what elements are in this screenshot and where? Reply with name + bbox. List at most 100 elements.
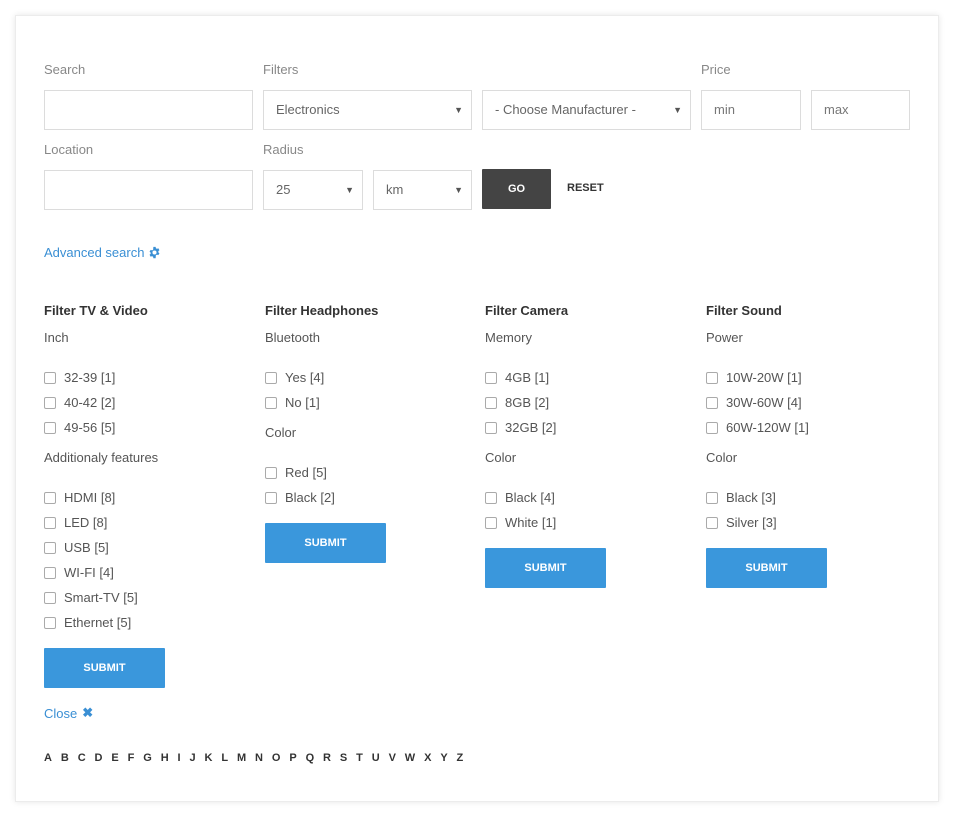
submit-button[interactable]: SUBMIT (485, 548, 606, 588)
alphabet-letter[interactable]: M (237, 752, 246, 764)
alphabet-letter[interactable]: J (189, 752, 195, 764)
submit-button[interactable]: SUBMIT (44, 648, 165, 688)
checkbox[interactable] (265, 466, 277, 479)
alphabet-letter[interactable]: O (272, 752, 281, 764)
alphabet-letter[interactable]: Z (457, 752, 464, 764)
reset-button[interactable]: RESET (567, 182, 604, 194)
alphabet-letter[interactable]: R (323, 752, 331, 764)
price-label: Price (701, 62, 731, 77)
alphabet-letter[interactable]: P (289, 752, 296, 764)
filter-option[interactable]: WI-FI [4] (44, 560, 244, 585)
checkbox[interactable] (44, 396, 56, 409)
submit-button[interactable]: SUBMIT (706, 548, 827, 588)
filter-option[interactable]: 32-39 [1] (44, 365, 244, 390)
checkbox[interactable] (706, 421, 718, 434)
price-max-input[interactable]: max (811, 90, 910, 130)
price-min-input[interactable]: min (701, 90, 801, 130)
filter-option-label: HDMI [8] (64, 490, 116, 505)
alphabet-letter[interactable]: L (221, 752, 228, 764)
filter-option[interactable]: 60W-120W [1] (706, 415, 906, 440)
checkbox[interactable] (44, 591, 56, 604)
alphabet-letter[interactable]: B (61, 752, 69, 764)
checkbox[interactable] (44, 566, 56, 579)
filter-option-label: White [1] (505, 515, 557, 530)
alphabet-letter[interactable]: W (405, 752, 415, 764)
filter-option[interactable]: Yes [4] (265, 365, 465, 390)
checkbox[interactable] (485, 516, 497, 529)
alphabet-letter[interactable]: X (424, 752, 431, 764)
checkbox[interactable] (485, 396, 497, 409)
filter-column-title: Filter TV & Video (44, 303, 148, 318)
filter-column-title: Filter Camera (485, 303, 569, 318)
alphabet-letter[interactable]: E (111, 752, 118, 764)
category-select[interactable]: Electronics ▼ (263, 90, 472, 130)
filter-option[interactable]: 8GB [2] (485, 390, 685, 415)
filter-column-tv-video: Filter TV & Video Inch 32-39 [1] 40-42 [… (44, 303, 244, 688)
checkbox[interactable] (44, 516, 56, 529)
filter-option[interactable]: USB [5] (44, 535, 244, 560)
filter-option[interactable]: Smart-TV [5] (44, 585, 244, 610)
filter-option[interactable]: No [1] (265, 390, 465, 415)
filter-option[interactable]: White [1] (485, 510, 685, 535)
radius-unit-select[interactable]: km ▼ (373, 170, 472, 210)
alphabet-letter[interactable]: K (205, 752, 213, 764)
checkbox[interactable] (706, 396, 718, 409)
checkbox[interactable] (44, 541, 56, 554)
checkbox[interactable] (44, 616, 56, 629)
checkbox[interactable] (265, 491, 277, 504)
filter-option[interactable]: 10W-20W [1] (706, 365, 906, 390)
filter-option[interactable]: Black [3] (706, 485, 906, 510)
submit-button[interactable]: SUBMIT (265, 523, 386, 563)
alphabet-letter[interactable]: Q (306, 752, 315, 764)
advanced-search-link[interactable]: Advanced search (44, 245, 161, 260)
filter-option[interactable]: 32GB [2] (485, 415, 685, 440)
caret-down-icon: ▼ (673, 105, 682, 115)
radius-select[interactable]: 25 ▼ (263, 170, 363, 210)
alphabet-letter[interactable]: Y (440, 752, 447, 764)
filter-option[interactable]: 30W-60W [4] (706, 390, 906, 415)
location-input[interactable] (44, 170, 253, 210)
radius-unit-select-value: km (386, 182, 404, 197)
filter-option[interactable]: Ethernet [5] (44, 610, 244, 635)
filter-option[interactable]: LED [8] (44, 510, 244, 535)
alphabet-letter[interactable]: D (95, 752, 103, 764)
alphabet-letter[interactable]: F (128, 752, 135, 764)
checkbox[interactable] (706, 516, 718, 529)
checkbox[interactable] (265, 396, 277, 409)
filter-option[interactable]: HDMI [8] (44, 485, 244, 510)
filter-group-label: Inch (44, 330, 69, 345)
alphabet-letter[interactable]: S (340, 752, 347, 764)
alphabet-letter[interactable]: A (44, 752, 52, 764)
checkbox[interactable] (485, 491, 497, 504)
alphabet-letter[interactable]: T (356, 752, 363, 764)
go-button[interactable]: GO (482, 169, 551, 209)
filter-option-label: Red [5] (285, 465, 327, 480)
search-input[interactable] (44, 90, 253, 130)
alphabet-letter[interactable]: N (255, 752, 263, 764)
alphabet-letter[interactable]: V (389, 752, 396, 764)
manufacturer-select[interactable]: - Choose Manufacturer - ▼ (482, 90, 691, 130)
checkbox[interactable] (706, 371, 718, 384)
checkbox[interactable] (44, 421, 56, 434)
filters-label: Filters (263, 62, 299, 77)
filter-option[interactable]: Red [5] (265, 460, 465, 485)
checkbox[interactable] (706, 491, 718, 504)
filter-option[interactable]: Black [2] (265, 485, 465, 510)
filter-option-label: Ethernet [5] (64, 615, 132, 630)
filter-option[interactable]: 40-42 [2] (44, 390, 244, 415)
checkbox[interactable] (44, 371, 56, 384)
alphabet-letter[interactable]: U (372, 752, 380, 764)
checkbox[interactable] (265, 371, 277, 384)
filter-option[interactable]: Black [4] (485, 485, 685, 510)
checkbox[interactable] (485, 421, 497, 434)
checkbox[interactable] (485, 371, 497, 384)
filter-option[interactable]: Silver [3] (706, 510, 906, 535)
checkbox[interactable] (44, 491, 56, 504)
filter-option[interactable]: 49-56 [5] (44, 415, 244, 440)
alphabet-letter[interactable]: I (178, 752, 181, 764)
alphabet-letter[interactable]: H (161, 752, 169, 764)
filter-option[interactable]: 4GB [1] (485, 365, 685, 390)
close-link[interactable]: Close ✖ (44, 705, 93, 721)
alphabet-letter[interactable]: C (78, 752, 86, 764)
alphabet-letter[interactable]: G (143, 752, 152, 764)
